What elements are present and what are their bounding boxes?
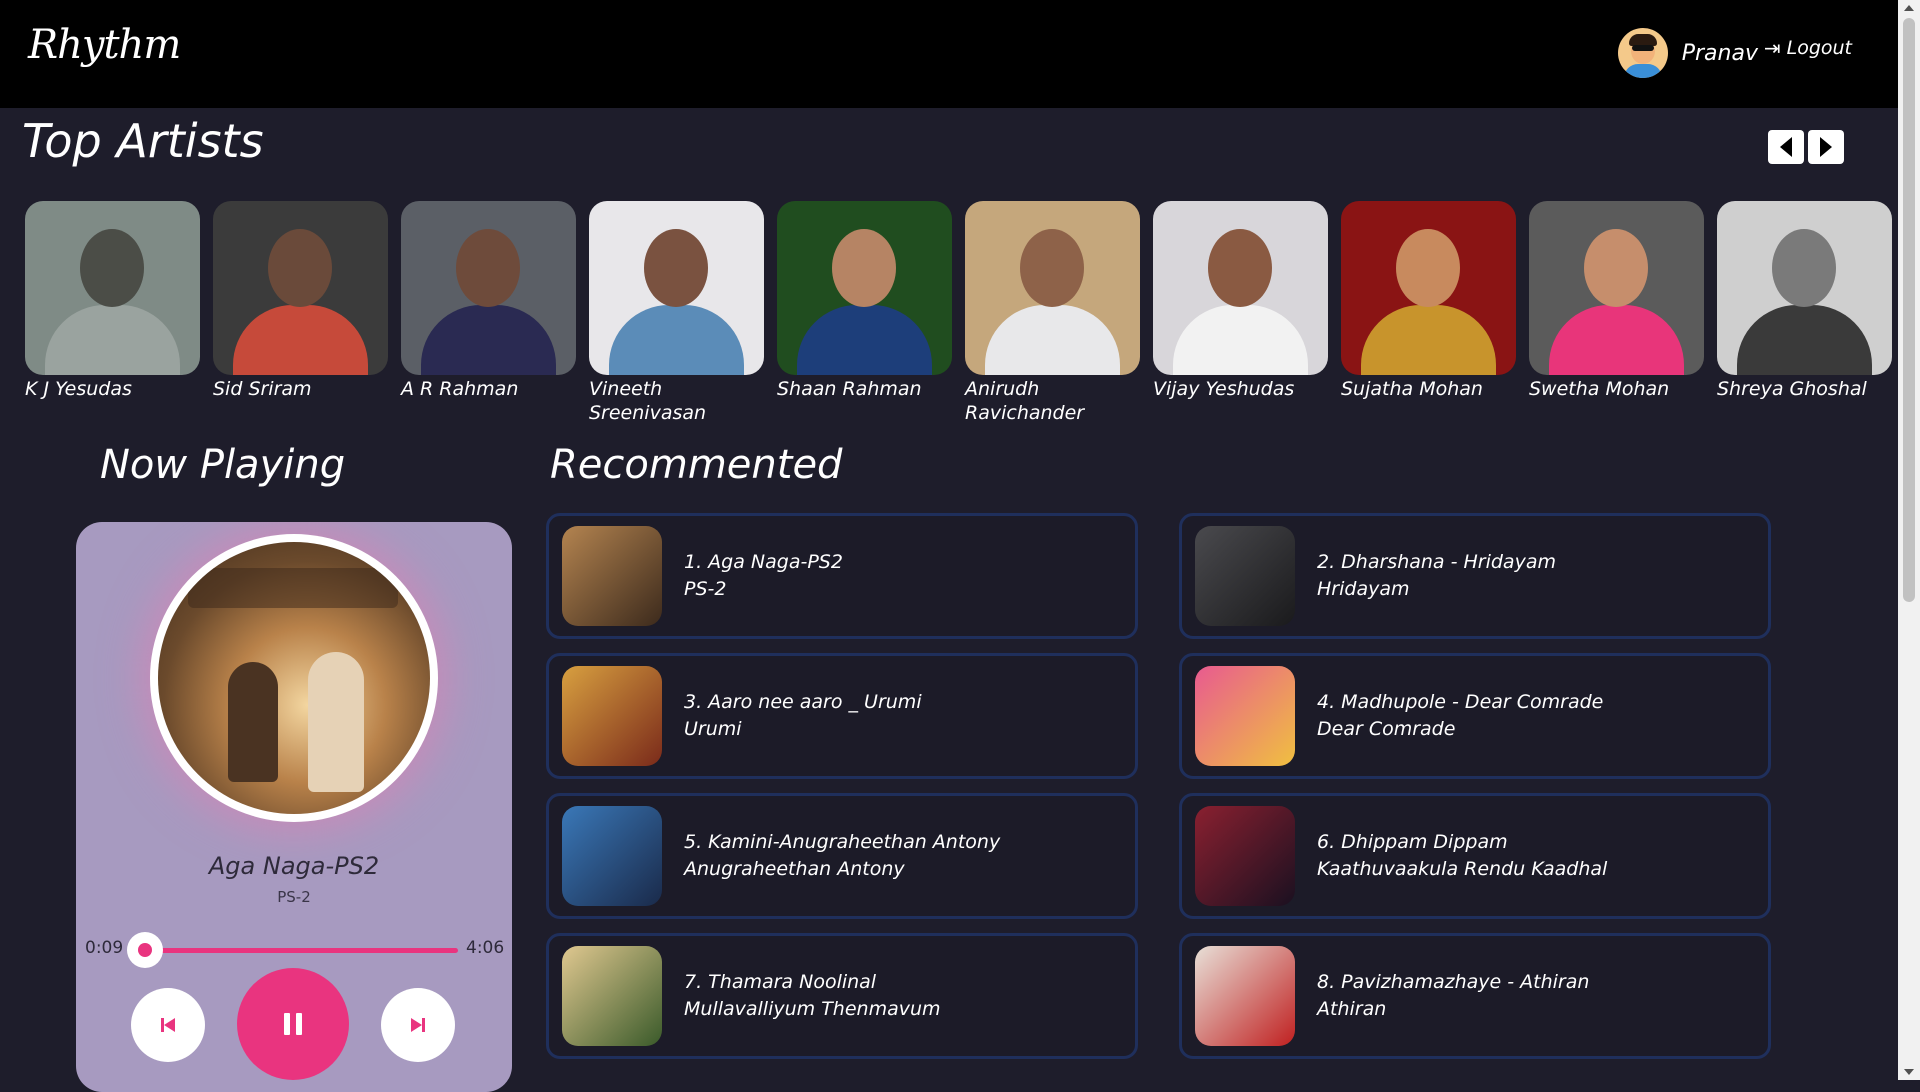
song-thumbnail: [1195, 806, 1295, 906]
recommended-song-card[interactable]: 8. Pavizhamazhaye - Athiran Athiran: [1179, 933, 1771, 1059]
artist-name: Sujatha Mohan: [1341, 378, 1483, 400]
artist-photo: [965, 201, 1140, 375]
artist-name: Swetha Mohan: [1529, 378, 1670, 400]
song-title: Aga Naga-PS2: [208, 852, 380, 880]
song-album: Urumi: [684, 718, 742, 740]
carousel-next-button[interactable]: [1808, 130, 1844, 164]
artist-name: A R Rahman: [401, 378, 519, 400]
previous-track-button[interactable]: [131, 988, 205, 1062]
artist-photo: [1717, 201, 1892, 375]
song-album: Anugraheethan Antony: [684, 858, 905, 880]
artist-photo: [25, 201, 200, 375]
song-title: 1. Aga Naga-PS2: [684, 551, 843, 573]
song-thumbnail: [562, 806, 662, 906]
artist-card[interactable]: Vijay Yeshudas: [1153, 201, 1328, 425]
artist-name: Sid Sriram: [213, 378, 312, 400]
user-avatar: [1617, 28, 1668, 78]
song-title: 8. Pavizhamazhaye - Athiran: [1317, 971, 1590, 993]
song-title: 7. Thamara Noolinal: [684, 971, 877, 993]
progress-slider-handle[interactable]: [127, 932, 164, 968]
recommended-song-card[interactable]: 1. Aga Naga-PS2 PS-2: [546, 513, 1138, 639]
logout-icon: ⇥: [1763, 36, 1781, 60]
recommended-heading: Recommented: [550, 442, 843, 488]
album-art: [158, 542, 430, 814]
artist-photo: [777, 201, 952, 375]
user-profile[interactable]: Pranav: [1617, 28, 1758, 78]
total-time: 4:06: [466, 938, 505, 958]
user-name: Pranav: [1681, 40, 1758, 66]
pause-button[interactable]: [237, 968, 349, 1080]
song-title: 2. Dharshana - Hridayam: [1317, 551, 1556, 573]
caret-right-icon: [1820, 137, 1832, 157]
artist-name: Shaan Rahman: [777, 378, 922, 400]
artist-name: K J Yesudas: [25, 378, 132, 400]
artist-name: Shreya Ghoshal: [1717, 378, 1867, 400]
progress-track[interactable]: [132, 948, 458, 953]
song-thumbnail: [1195, 946, 1295, 1046]
song-thumbnail: [1195, 666, 1295, 766]
song-album: Athiran: [1317, 998, 1387, 1020]
skip-previous-icon: [161, 1018, 175, 1032]
artist-photo: [1153, 201, 1328, 375]
scrollbar-thumb[interactable]: [1903, 18, 1915, 602]
artist-card[interactable]: Swetha Mohan: [1529, 201, 1704, 425]
artist-photo: [1529, 201, 1704, 375]
recommended-song-card[interactable]: 7. Thamara Noolinal Mullavalliyum Thenmav…: [546, 933, 1138, 1059]
song-title: 5. Kamini-Anugraheethan Antony: [684, 831, 1001, 853]
caret-left-icon: [1780, 137, 1792, 157]
page-scrollbar[interactable]: [1898, 0, 1920, 1080]
artist-card[interactable]: Anirudh Ravichander: [965, 201, 1140, 425]
current-time: 0:09: [85, 938, 124, 958]
song-album: Mullavalliyum Thenmavum: [684, 998, 941, 1020]
artist-card[interactable]: Shaan Rahman: [777, 201, 952, 425]
artist-carousel: K J Yesudas Sid Sriram A R Rahman Vineet…: [25, 201, 1892, 425]
artist-photo: [401, 201, 576, 375]
top-navbar: Rhythm Pranav ⇥ Logout: [0, 0, 1898, 108]
app-logo[interactable]: Rhythm: [28, 22, 181, 68]
song-title: 4. Madhupole - Dear Comrade: [1317, 691, 1604, 713]
song-album: PS-2: [277, 888, 311, 906]
song-album: Dear Comrade: [1317, 718, 1456, 740]
pause-icon: [284, 1013, 302, 1035]
recommended-song-card[interactable]: 5. Kamini-Anugraheethan Antony Anugraheet…: [546, 793, 1138, 919]
recommended-song-card[interactable]: 6. Dhippam Dippam Kaathuvaakula Rendu Kaa…: [1179, 793, 1771, 919]
recommended-list: 1. Aga Naga-PS2 PS-2 2. Dharshana - Hrida…: [546, 513, 1771, 1059]
artist-photo: [1341, 201, 1516, 375]
carousel-prev-button[interactable]: [1768, 130, 1804, 164]
recommended-song-card[interactable]: 2. Dharshana - Hridayam Hridayam: [1179, 513, 1771, 639]
artist-name: Anirudh Ravichander: [965, 378, 1085, 424]
artist-name: Vijay Yeshudas: [1153, 378, 1295, 400]
now-playing-card: Aga Naga-PS2 PS-2 0:09 4:06: [76, 522, 512, 1092]
artist-photo: [589, 201, 764, 375]
artist-name: Vineeth Sreenivasan: [589, 378, 707, 424]
skip-next-icon: [411, 1018, 425, 1032]
scroll-down-arrow-icon[interactable]: [1904, 1069, 1914, 1075]
song-title: 3. Aaro nee aaro _ Urumi: [684, 691, 922, 713]
song-album: Kaathuvaakula Rendu Kaadhal: [1317, 858, 1608, 880]
artist-photo: [213, 201, 388, 375]
song-title: 6. Dhippam Dippam: [1317, 831, 1508, 853]
artist-card[interactable]: Vineeth Sreenivasan: [589, 201, 764, 425]
artist-card[interactable]: Shreya Ghoshal: [1717, 201, 1892, 425]
song-thumbnail: [562, 946, 662, 1046]
song-thumbnail: [562, 526, 662, 626]
song-album: PS-2: [684, 578, 727, 600]
artist-carousel-controls: [1768, 130, 1844, 164]
logout-button[interactable]: ⇥ Logout: [1764, 36, 1852, 60]
next-track-button[interactable]: [381, 988, 455, 1062]
artist-card[interactable]: Sid Sriram: [213, 201, 388, 425]
recommended-song-card[interactable]: 3. Aaro nee aaro _ Urumi Urumi: [546, 653, 1138, 779]
artist-card[interactable]: Sujatha Mohan: [1341, 201, 1516, 425]
recommended-song-card[interactable]: 4. Madhupole - Dear Comrade Dear Comrade: [1179, 653, 1771, 779]
song-thumbnail: [562, 666, 662, 766]
scroll-up-arrow-icon[interactable]: [1904, 5, 1914, 11]
album-art-disc: [150, 534, 438, 822]
logout-label: Logout: [1786, 37, 1852, 59]
artist-card[interactable]: A R Rahman: [401, 201, 576, 425]
song-thumbnail: [1195, 526, 1295, 626]
song-album: Hridayam: [1317, 578, 1410, 600]
artist-card[interactable]: K J Yesudas: [25, 201, 200, 425]
top-artists-heading: Top Artists: [22, 114, 264, 168]
now-playing-heading: Now Playing: [100, 442, 346, 488]
